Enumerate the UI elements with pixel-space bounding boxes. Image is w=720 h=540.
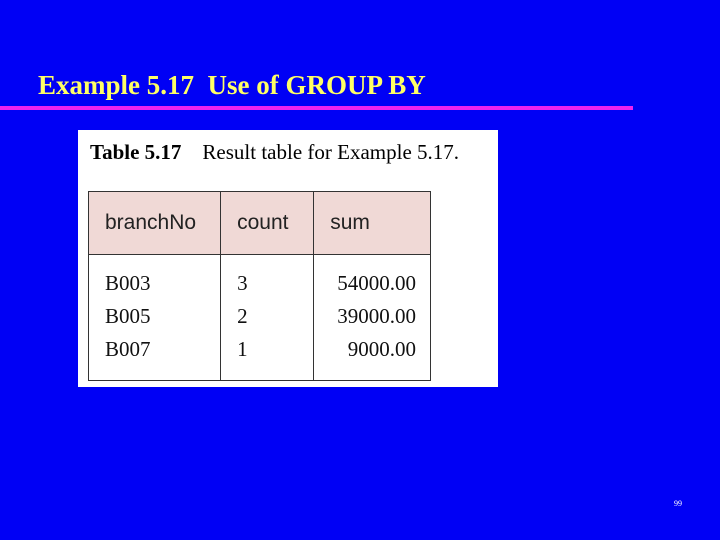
table-caption: Table 5.17 Result table for Example 5.17… — [90, 140, 459, 165]
column-header-count: count — [220, 191, 315, 255]
table-header-row: branchNo count sum — [87, 191, 431, 255]
cell-count: 1 — [220, 333, 315, 381]
table-row: B003 3 54000.00 — [87, 254, 431, 300]
table-row: B007 1 9000.00 — [87, 333, 431, 381]
result-table-figure: Table 5.17 Result table for Example 5.17… — [78, 130, 498, 387]
result-table: branchNo count sum B003 3 54000.00 B005 … — [87, 191, 431, 381]
cell-sum: 39000.00 — [313, 300, 431, 333]
column-header-branchno: branchNo — [87, 191, 222, 255]
slide-title: Example 5.17 Use of GROUP BY — [38, 70, 426, 100]
caption-number: Table 5.17 — [90, 140, 182, 164]
cell-count: 2 — [220, 300, 315, 333]
title-divider — [0, 106, 633, 110]
cell-branchno: B005 — [87, 300, 222, 333]
cell-branchno: B007 — [87, 333, 222, 381]
column-header-sum: sum — [313, 191, 431, 255]
cell-sum: 9000.00 — [313, 333, 431, 381]
cell-sum: 54000.00 — [313, 254, 431, 300]
table-row: B005 2 39000.00 — [87, 300, 431, 333]
cell-count: 3 — [220, 254, 315, 300]
caption-text: Result table for Example 5.17. — [202, 140, 460, 164]
page-number: 99 — [674, 499, 682, 508]
cell-branchno: B003 — [87, 254, 222, 300]
